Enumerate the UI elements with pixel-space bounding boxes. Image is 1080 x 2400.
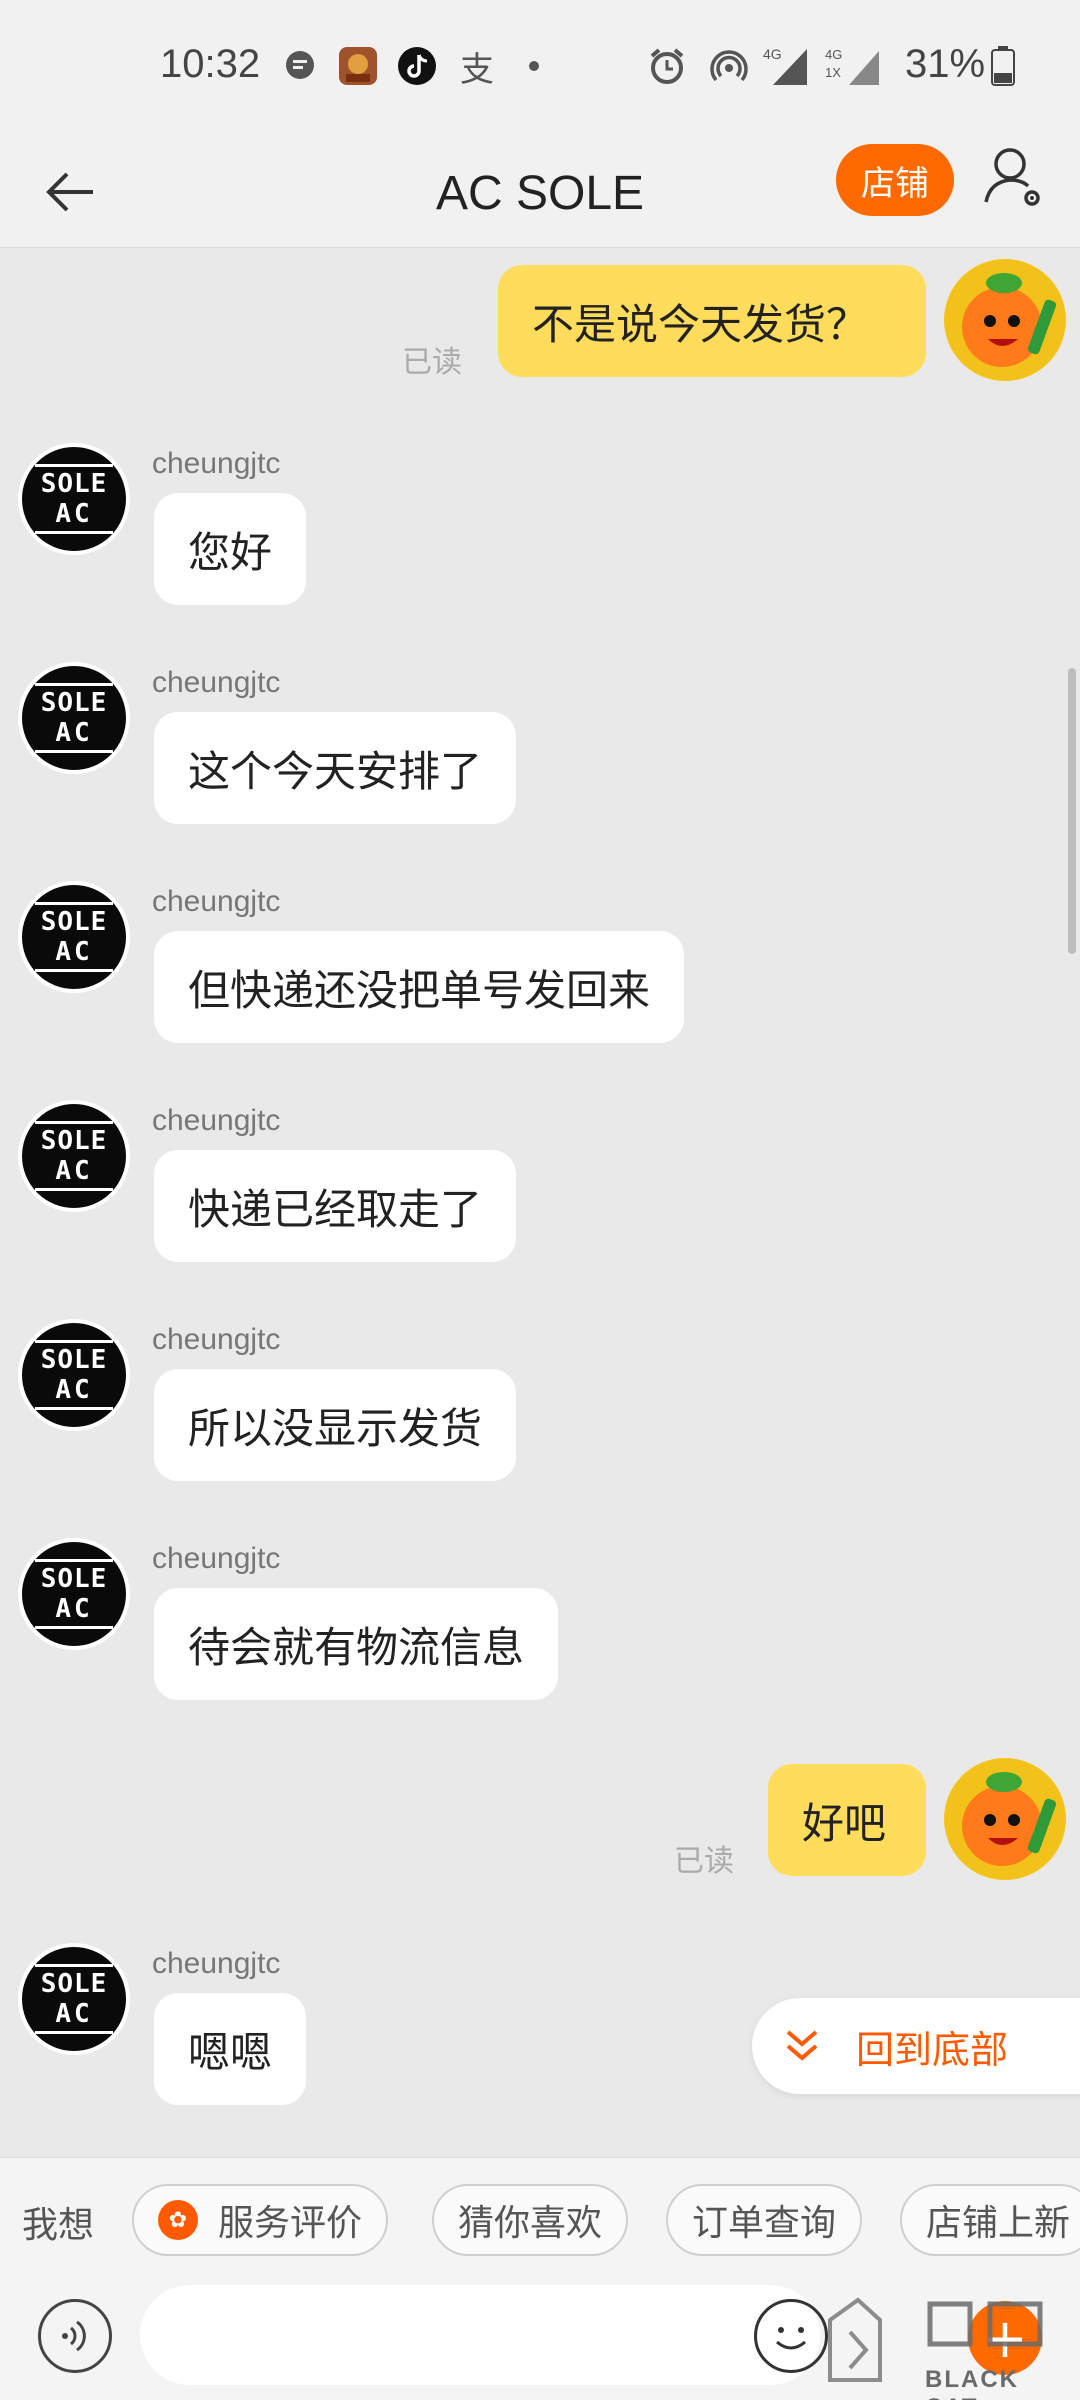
watermark-text: BLACK CAT [925,2366,1019,2400]
orange-mascot-icon [945,1759,1065,1879]
user-settings-icon [984,148,1040,206]
chip-label: 服务评价 [218,2203,363,2244]
user-avatar[interactable] [944,259,1066,381]
message-bubble-out[interactable]: 不是说今天发货？ [498,265,926,377]
sender-name: cheungjtc [152,1947,281,1980]
message-bubble-in[interactable]: 这个今天安排了 [154,712,517,824]
scrollbar-thumb[interactable] [1068,668,1076,954]
store-avatar-line2: AC [55,1999,93,2029]
battery-percentage: 31% [905,42,986,86]
store-avatar-line1: SOLE [40,1969,108,1999]
store-avatar-line2: AC [55,937,93,967]
message-bubble-in[interactable]: 所以没显示发货 [154,1369,517,1481]
svg-text:4G: 4G [825,47,842,62]
message-bubble-in[interactable]: 但快递还没把单号发回来 [154,931,685,1043]
alipay-icon: 支 [460,49,494,90]
store-avatar[interactable]: SOLE AC [18,662,130,774]
chip-service-review[interactable]: ✿ 服务评价 [132,2184,389,2256]
message-bubble-in[interactable]: 嗯嗯 [154,1993,307,2105]
quick-prefix-label: 我想 [22,2205,95,2246]
back-to-bottom-button[interactable]: 回到底部 [752,1998,1080,2094]
store-avatar[interactable]: SOLE AC [18,1943,130,2055]
more-notifications-dot [526,46,542,86]
chip-store-new[interactable]: 店铺上新 [900,2184,1080,2256]
chip-label: 店铺上新 [926,2203,1071,2244]
voice-icon [62,2320,86,2352]
store-avatar-line2: AC [55,1375,93,1405]
signal-4g-1x-icon: 4G 1X [816,46,882,86]
sender-name: cheungjtc [152,666,281,699]
message-bubble-in[interactable]: 待会就有物流信息 [154,1588,559,1700]
store-avatar-line1: SOLE [40,469,108,499]
chat-notification-icon [280,46,320,86]
store-avatar-line1: SOLE [40,1345,108,1375]
profile-settings-button[interactable] [980,142,1050,212]
user-avatar[interactable] [944,1758,1066,1880]
store-avatar-line1: SOLE [40,688,108,718]
status-bar: 10:32 支 4G 4G 1X 31% [0,0,1080,136]
tiktok-icon [396,46,438,86]
store-avatar-line1: SOLE [40,1126,108,1156]
back-to-bottom-label: 回到底部 [856,2027,1009,2072]
sender-name: cheungjtc [152,1323,281,1356]
sender-name: cheungjtc [152,885,281,918]
message-list[interactable]: 已读 不是说今天发货？ SOLE AC cheungjtc 您好 SOLE AC c… [0,249,1080,2157]
alarm-icon [646,46,688,86]
flower-icon: ✿ [158,2200,198,2240]
chat-header: AC SOLE 店铺 [0,136,1080,248]
store-avatar[interactable]: SOLE AC [18,881,130,993]
sender-name: cheungjtc [152,1104,281,1137]
store-avatar[interactable]: SOLE AC [18,443,130,555]
game-app-icon [337,46,379,86]
read-receipt: 已读 [402,345,462,380]
signal-4g-icon: 4G [762,46,810,86]
battery-icon [988,46,1018,86]
store-avatar-line1: SOLE [40,1564,108,1594]
read-receipt: 已读 [674,1844,734,1879]
store-avatar-line2: AC [55,499,93,529]
voice-button[interactable] [38,2299,112,2373]
message-bubble-in[interactable]: 您好 [154,493,307,605]
hotspot-icon [708,46,750,86]
sender-name: cheungjtc [152,1542,281,1575]
svg-text:4G: 4G [763,46,782,62]
svg-text:1X: 1X [825,65,841,80]
message-bubble-in[interactable]: 快递已经取走了 [154,1150,517,1262]
chip-label: 猜你喜欢 [458,2203,603,2244]
orange-mascot-icon [945,260,1065,380]
double-chevron-down-icon [786,2030,818,2061]
store-avatar-line2: AC [55,1594,93,1624]
message-input[interactable] [140,2285,820,2385]
store-avatar-line2: AC [55,718,93,748]
chip-label: 订单查询 [692,2203,837,2244]
shop-button[interactable]: 店铺 [836,144,954,216]
quick-action-bar: 我想 ✿ 服务评价 猜你喜欢 订单查询 店铺上新 [0,2157,1080,2279]
store-avatar[interactable]: SOLE AC [18,1100,130,1212]
chip-order-query[interactable]: 订单查询 [666,2184,863,2256]
chip-guess-you-like[interactable]: 猜你喜欢 [432,2184,629,2256]
store-avatar[interactable]: SOLE AC [18,1319,130,1431]
store-avatar-line1: SOLE [40,907,108,937]
sender-name: cheungjtc [152,447,281,480]
store-avatar[interactable]: SOLE AC [18,1538,130,1650]
store-avatar-line2: AC [55,1156,93,1186]
status-time: 10:32 [160,42,261,86]
message-bubble-out[interactable]: 好吧 [768,1764,926,1876]
